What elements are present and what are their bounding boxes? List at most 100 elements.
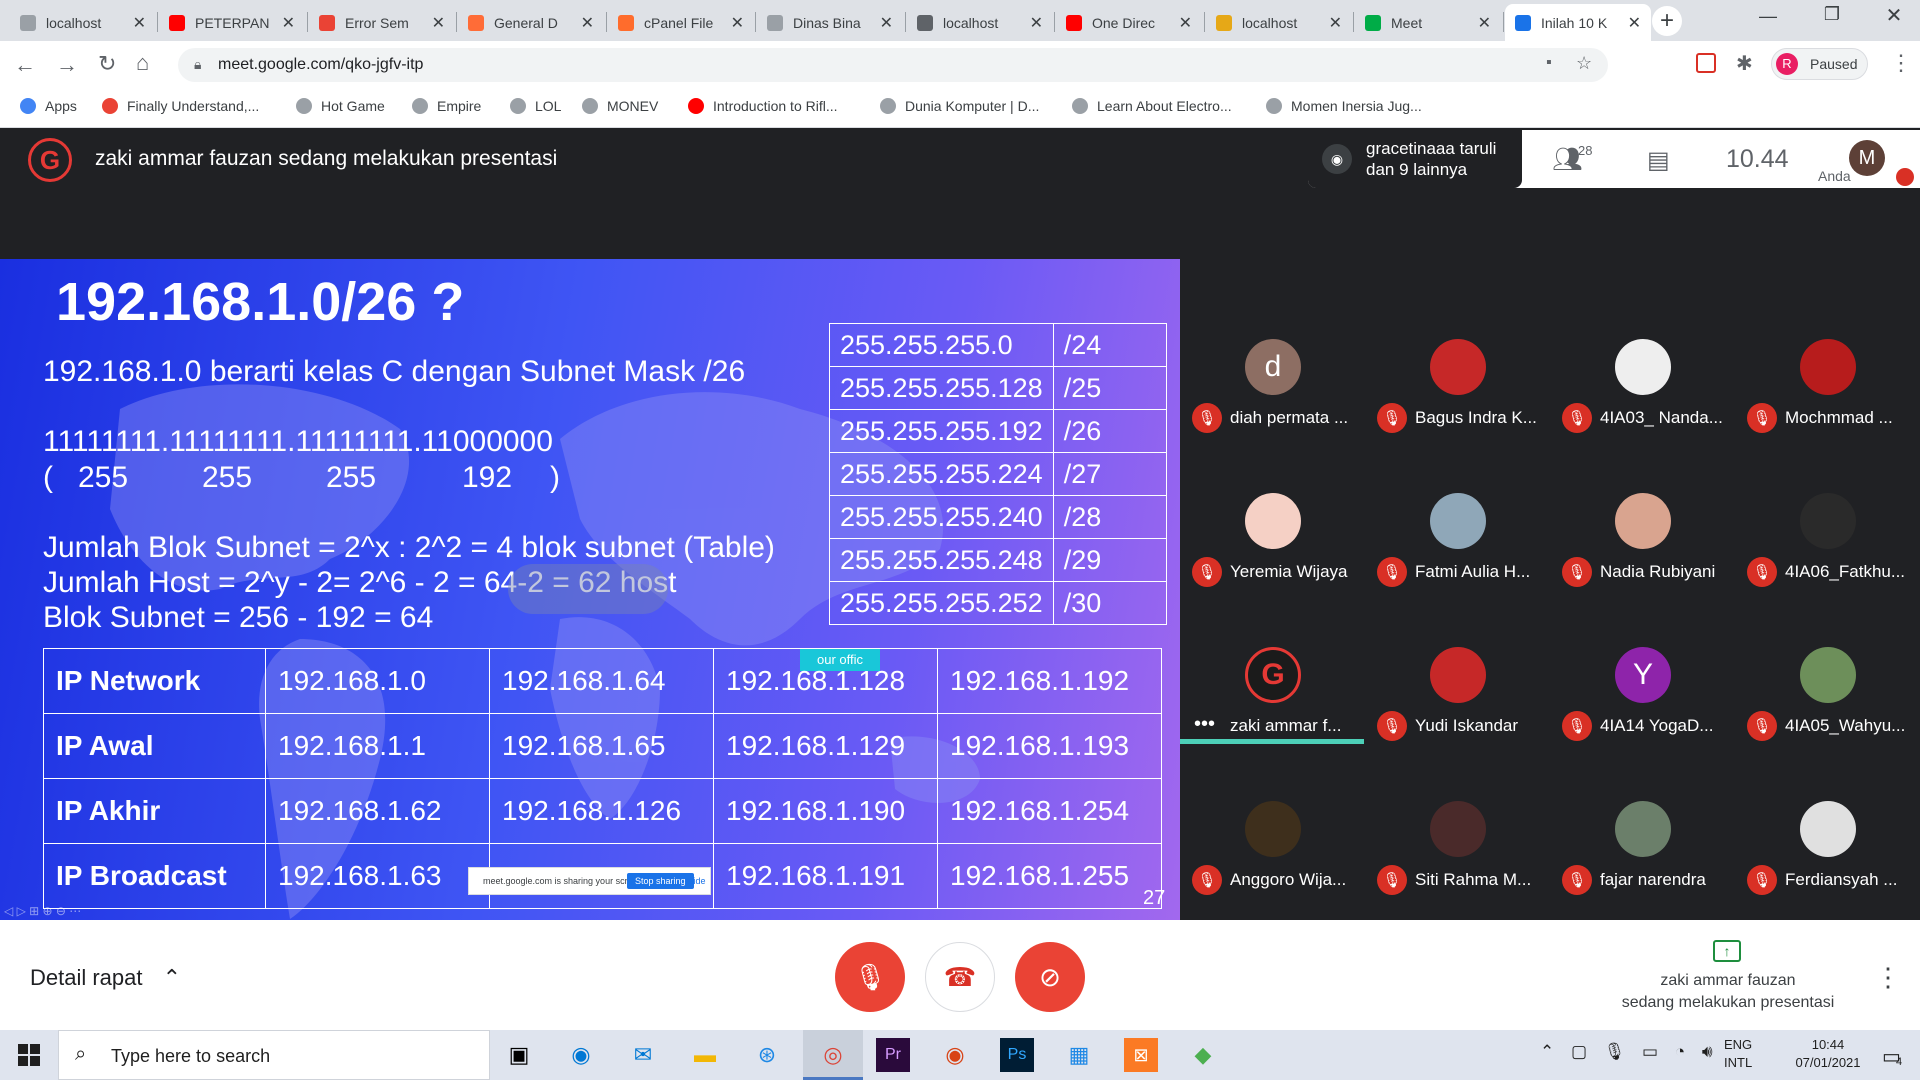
extension-icon[interactable] <box>1696 53 1716 73</box>
tab-close-icon[interactable]: ✕ <box>1030 13 1043 33</box>
tab-close-icon[interactable]: ✕ <box>432 13 445 33</box>
participant-tile[interactable]: 🎙︎ 4IA05_Wahyu... <box>1735 633 1920 783</box>
tab-7[interactable]: localhost ✕ <box>907 4 1053 41</box>
meeting-details-button[interactable]: Detail rapat ⌃ <box>30 965 181 991</box>
mic-off-icon: 🎙︎ <box>1562 557 1592 587</box>
participant-tile[interactable]: d 🎙︎ diah permata ... <box>1180 325 1365 475</box>
profile-button[interactable]: R Paused <box>1771 48 1868 80</box>
menu-icon[interactable]: ⋮ <box>1890 50 1912 76</box>
more-options-icon[interactable]: ••• <box>1194 713 1215 736</box>
participant-name: Yeremia Wijaya <box>1230 562 1348 581</box>
windows-start-icon[interactable] <box>18 1044 40 1066</box>
clock[interactable]: 10:44 07/01/2021 <box>1786 1036 1870 1072</box>
tab-close-icon[interactable]: ✕ <box>731 13 744 33</box>
bookmark-item[interactable]: Dunia Komputer | D... <box>880 95 1039 117</box>
photoshop-icon[interactable]: Ps <box>1000 1038 1034 1072</box>
new-tab-button[interactable]: + <box>1652 6 1682 36</box>
bookmark-item[interactable]: Introduction to Rifl... <box>688 95 838 117</box>
bookmark-item[interactable]: LOL <box>510 95 561 117</box>
mail-icon[interactable]: ✉ <box>626 1038 660 1072</box>
tab-5[interactable]: cPanel File ✕ <box>608 4 754 41</box>
participant-tile[interactable]: 🎙︎ Yeremia Wijaya <box>1180 479 1365 629</box>
star-icon[interactable]: ☆ <box>1576 53 1592 74</box>
participant-tile[interactable]: 🎙︎ 4IA06_Fatkhu... <box>1735 479 1920 629</box>
control-panel-icon[interactable]: ▦ <box>1062 1038 1096 1072</box>
xampp-icon[interactable]: ⊠ <box>1124 1038 1158 1072</box>
bookmark-item[interactable]: Momen Inersia Jug... <box>1266 95 1422 117</box>
forward-icon[interactable]: → <box>56 52 78 78</box>
tab-11[interactable]: Inilah 10 K ✕ <box>1505 4 1651 41</box>
tab-close-icon[interactable]: ✕ <box>133 13 146 33</box>
tab-close-icon[interactable]: ✕ <box>880 13 893 33</box>
back-icon[interactable]: ← <box>14 52 36 78</box>
tab-close-icon[interactable]: ✕ <box>581 13 594 33</box>
bookmark-favicon-icon <box>582 98 598 114</box>
task-view-icon[interactable]: ▣ <box>502 1038 536 1072</box>
tab-3[interactable]: Error Sem ✕ <box>309 4 455 41</box>
tab-8[interactable]: One Direc ✕ <box>1056 4 1202 41</box>
leave-call-button[interactable]: ☎︎ <box>925 942 995 1012</box>
url-text: meet.google.com/qko-jgfv-itp <box>218 56 424 73</box>
tab-1[interactable]: localhost ✕ <box>10 4 156 41</box>
participant-tile[interactable]: 🎙︎ Mochmmad ... <box>1735 325 1920 475</box>
participant-tile[interactable]: 🎙︎ Fatmi Aulia H... <box>1365 479 1550 629</box>
participant-tile[interactable]: Y 🎙︎ 4IA14 YogaD... <box>1550 633 1735 783</box>
system-tray-icons[interactable]: ⌃ ▢ 🎙︎ ▭ ◔ 🔊︎ <box>1540 1042 1719 1062</box>
table-row: IP Network 192.168.1.0 192.168.1.64 192.168… <box>43 648 1162 714</box>
participant-tile[interactable]: 🎙︎ Siti Rahma M... <box>1365 787 1550 937</box>
bookmark-label: Apps <box>45 98 77 114</box>
language-indicator[interactable]: ENG INTL <box>1724 1036 1752 1072</box>
camera-off-button[interactable]: ⊘ <box>1015 942 1085 1012</box>
address-bar[interactable]: 🔒︎ meet.google.com/qko-jgfv-itp ▪ ☆ <box>178 48 1608 82</box>
tab-2[interactable]: PETERPAN ✕ <box>159 4 305 41</box>
file-explorer-icon[interactable]: ▬ <box>688 1038 722 1072</box>
reload-icon[interactable]: ↻ <box>98 51 116 77</box>
table-cell: 192.168.1.254 <box>937 778 1162 844</box>
tab-4[interactable]: General D ✕ <box>458 4 604 41</box>
media-player-icon[interactable]: ◉ <box>938 1038 972 1072</box>
tab-close-icon[interactable]: ✕ <box>1329 13 1342 33</box>
participant-tile[interactable]: 🎙︎ Anggoro Wija... <box>1180 787 1365 937</box>
microphone-off-button[interactable]: 🎙︎ <box>835 942 905 1012</box>
camera-icon[interactable]: ▪ <box>1546 54 1552 72</box>
tab-close-icon[interactable]: ✕ <box>1628 13 1641 33</box>
participant-tile[interactable]: 🎙︎ Nadia Rubiyani <box>1550 479 1735 629</box>
tab-close-icon[interactable]: ✕ <box>282 13 295 33</box>
participant-tile[interactable]: 🎙︎ 4IA03_ Nanda... <box>1550 325 1735 475</box>
edge-icon[interactable]: ◉ <box>564 1038 598 1072</box>
participant-tile[interactable]: 🎙︎ Ferdiansyah ... <box>1735 787 1920 937</box>
mask-cell: 255.255.255.240 <box>829 495 1054 539</box>
bookmark-item[interactable]: Learn About Electro... <box>1072 95 1232 117</box>
participant-tile[interactable]: 🎙︎ Yudi Iskandar <box>1365 633 1550 783</box>
vpn-icon[interactable]: ⊛ <box>750 1038 784 1072</box>
puzzle-icon[interactable]: ✱ <box>1736 51 1753 76</box>
bookmark-item[interactable]: Apps <box>20 95 77 117</box>
tab-9[interactable]: localhost ✕ <box>1206 4 1352 41</box>
participant-tile[interactable]: 🎙︎ Bagus Indra K... <box>1365 325 1550 475</box>
present-now-icon[interactable]: ↑ <box>1713 940 1741 962</box>
tab-favicon-icon <box>1216 14 1232 31</box>
self-avatar[interactable]: M <box>1849 140 1885 176</box>
bookmark-item[interactable]: MONEV <box>582 95 658 117</box>
minimize-button[interactable]: — <box>1748 6 1788 30</box>
stop-sharing-button[interactable]: Stop sharing <box>627 873 694 889</box>
tab-10[interactable]: Meet ✕ <box>1355 4 1501 41</box>
chrome-icon[interactable]: ◎ <box>816 1038 850 1072</box>
close-window-button[interactable]: ✕ <box>1874 3 1914 31</box>
tab-close-icon[interactable]: ✕ <box>1478 13 1491 33</box>
maximize-button[interactable]: ❐ <box>1812 4 1852 32</box>
network-tool-icon[interactable]: ◆ <box>1186 1038 1220 1072</box>
tab-6[interactable]: Dinas Bina ✕ <box>757 4 903 41</box>
taskbar-search[interactable]: ⌕ Type here to search <box>58 1030 490 1080</box>
premiere-icon[interactable]: Pr <box>876 1038 910 1072</box>
bookmark-item[interactable]: Finally Understand,... <box>102 95 259 117</box>
home-icon[interactable]: ⌂ <box>136 50 149 76</box>
participant-tile[interactable]: 🎙︎ fajar narendra <box>1550 787 1735 937</box>
bookmark-item[interactable]: Hot Game <box>296 95 385 117</box>
tab-close-icon[interactable]: ✕ <box>1179 13 1192 33</box>
hide-button[interactable]: Hide <box>687 876 706 886</box>
chat-icon[interactable]: ▤ <box>1647 146 1670 175</box>
bookmark-item[interactable]: Empire <box>412 95 481 117</box>
participant-tile[interactable]: G ••• zaki ammar f... <box>1180 633 1365 783</box>
more-options-icon[interactable]: ⋮ <box>1875 962 1901 993</box>
